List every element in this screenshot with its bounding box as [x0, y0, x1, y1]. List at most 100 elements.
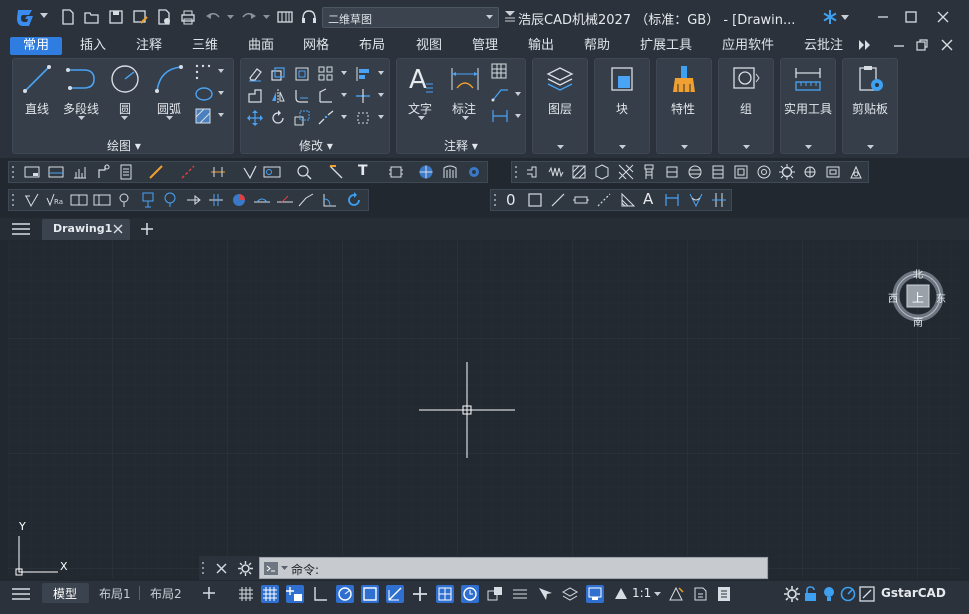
hatch-pattern-icon[interactable]: [571, 164, 587, 180]
gear-part-icon[interactable]: [466, 164, 482, 180]
chamfer-icon[interactable]: [318, 88, 334, 104]
line-tool-icon[interactable]: [550, 192, 566, 208]
belt-icon[interactable]: [825, 164, 841, 180]
layer-zero-icon[interactable]: 0: [506, 191, 516, 209]
array-icon[interactable]: [318, 66, 334, 82]
spring-icon[interactable]: [548, 164, 564, 180]
weld-symbol-icon[interactable]: [116, 192, 132, 208]
cam-icon[interactable]: [848, 164, 864, 180]
tab-layout1[interactable]: 布局1: [99, 585, 131, 602]
block-icon[interactable]: [607, 64, 637, 94]
lineweight-icon[interactable]: [411, 585, 429, 603]
dimension-label[interactable]: 标注: [452, 100, 476, 117]
block-dropdown-icon[interactable]: [619, 145, 626, 150]
dynamic-input-icon[interactable]: [286, 585, 304, 603]
bom-icon[interactable]: [72, 164, 88, 180]
menu-toggle-icon[interactable]: [505, 11, 515, 22]
layers-status-icon[interactable]: [561, 585, 579, 603]
menu-extensions[interactable]: 扩展工具: [640, 37, 692, 55]
angle-dim-icon[interactable]: [322, 192, 338, 208]
3d-object-snap-icon[interactable]: [486, 585, 504, 603]
properties-dropdown-icon[interactable]: [681, 145, 688, 150]
polyline-icon[interactable]: [66, 64, 98, 94]
save-as-icon[interactable]: [131, 8, 149, 26]
roughness-value-icon[interactable]: Ra: [46, 192, 66, 208]
polyline-label[interactable]: 多段线: [63, 100, 99, 117]
new-file-icon[interactable]: [59, 8, 77, 26]
pie-icon[interactable]: [231, 192, 247, 208]
washer-icon[interactable]: [687, 164, 703, 180]
undo-icon[interactable]: [204, 8, 222, 26]
erase-icon[interactable]: [247, 66, 263, 82]
hatch-icon[interactable]: [194, 107, 212, 125]
point-dropdown-icon[interactable]: [218, 69, 224, 74]
save-cloud-icon[interactable]: [155, 8, 173, 26]
annotation-scale-value[interactable]: 1:1: [632, 586, 651, 600]
angle-icon[interactable]: [298, 192, 314, 208]
text-label[interactable]: 文字: [408, 100, 432, 117]
modify-panel-label[interactable]: 修改 ▾: [299, 137, 333, 154]
bearing-icon[interactable]: [756, 164, 772, 180]
object-snap-tracking-icon[interactable]: [386, 585, 404, 603]
scale-dropdown-icon[interactable]: [654, 592, 661, 597]
hex-bolt-icon[interactable]: [594, 164, 610, 180]
rotate-icon[interactable]: [270, 110, 286, 126]
arrow-right-icon[interactable]: [186, 192, 202, 208]
snowflake-icon[interactable]: [822, 9, 838, 25]
datum-box-icon[interactable]: [70, 192, 88, 208]
command-input[interactable]: 命令:: [259, 557, 768, 579]
menu-manage[interactable]: 管理: [472, 37, 498, 55]
app-menu-chevron-icon[interactable]: [40, 13, 48, 19]
parts-list-icon[interactable]: [118, 164, 134, 180]
annotation-scale-icon[interactable]: [612, 585, 630, 603]
annotation-visibility-icon[interactable]: [511, 585, 529, 603]
tolerance-icon[interactable]: [263, 164, 281, 180]
viewcube-south[interactable]: 南: [913, 314, 923, 329]
hatch-tool-icon[interactable]: [620, 192, 636, 208]
hidden-line-icon[interactable]: [180, 164, 196, 180]
polyline-dropdown-icon[interactable]: [78, 116, 85, 121]
toolbar-grip-icon[interactable]: [515, 166, 519, 178]
pin-icon[interactable]: [710, 164, 726, 180]
dimension-icon[interactable]: [449, 64, 481, 94]
symmetry-line-icon[interactable]: [210, 164, 226, 180]
menu-surface[interactable]: 曲面: [248, 37, 274, 55]
tolerance-box-icon[interactable]: [93, 192, 111, 208]
doc-close-icon[interactable]: [940, 38, 954, 52]
isolate-bulb-icon[interactable]: [820, 585, 838, 603]
snap-grid-icon[interactable]: [261, 585, 279, 603]
chamfer-note-icon[interactable]: [276, 192, 294, 208]
library-icon[interactable]: [442, 164, 458, 180]
table-icon[interactable]: [491, 63, 507, 79]
roughness-icon[interactable]: [24, 192, 40, 208]
clipboard-dropdown-icon[interactable]: [867, 145, 874, 150]
arc-icon[interactable]: [154, 64, 184, 94]
redo-icon[interactable]: [240, 8, 258, 26]
pattern-icon[interactable]: [618, 164, 634, 180]
viewcube-top-face[interactable]: 上: [912, 289, 924, 306]
measure-icon[interactable]: [793, 64, 823, 94]
layers-icon[interactable]: [545, 64, 575, 94]
cut-arrow-icon[interactable]: [208, 192, 224, 208]
polar-tracking-icon[interactable]: [336, 585, 354, 603]
mirror-icon[interactable]: [270, 88, 286, 104]
redo-dropdown-icon[interactable]: [263, 15, 270, 20]
sprocket-icon[interactable]: [802, 164, 818, 180]
section-line-icon[interactable]: [328, 164, 344, 180]
trim-dropdown-icon[interactable]: [378, 93, 384, 98]
chip-icon[interactable]: [388, 164, 404, 180]
trim-icon[interactable]: [355, 88, 371, 104]
screw-icon[interactable]: [641, 164, 657, 180]
arc-dropdown-icon[interactable]: [166, 116, 173, 121]
ellipse-dropdown-icon[interactable]: [218, 91, 224, 96]
hatch-dropdown-icon[interactable]: [218, 113, 224, 118]
tab-model[interactable]: 模型: [42, 583, 89, 603]
group-icon[interactable]: [731, 64, 761, 94]
frame-icon[interactable]: [24, 164, 40, 180]
print-icon[interactable]: [179, 8, 197, 26]
layer-dropdown-icon[interactable]: [557, 145, 564, 150]
chamfer-dropdown-icon[interactable]: [341, 93, 347, 98]
tab-layout2[interactable]: 布局2: [150, 585, 182, 602]
text-icon[interactable]: A: [406, 64, 434, 94]
hardware-accel-icon[interactable]: [839, 585, 857, 603]
